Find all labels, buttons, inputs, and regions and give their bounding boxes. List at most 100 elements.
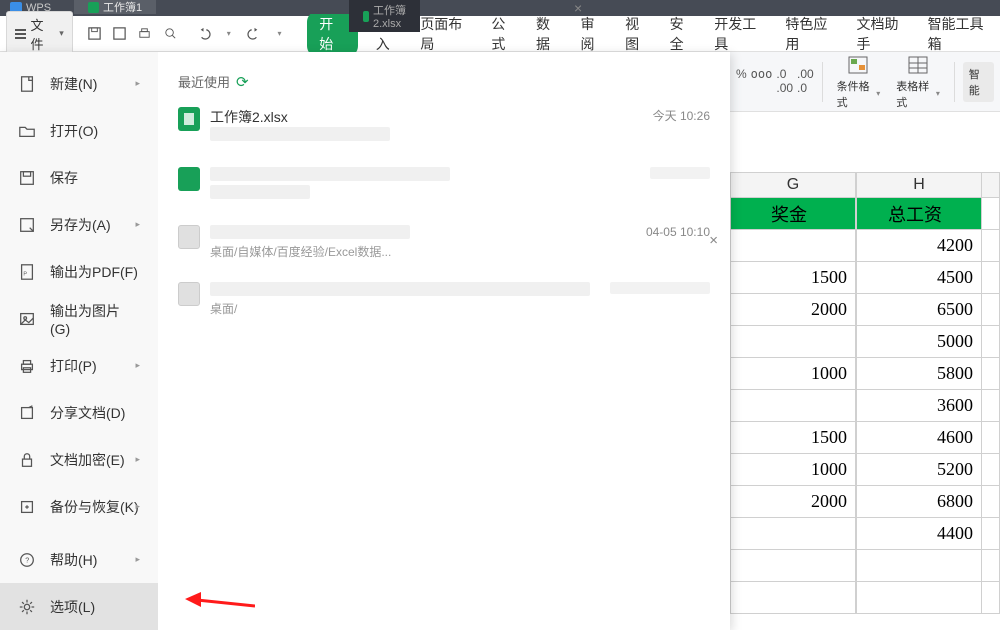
cell[interactable] [982,454,1000,486]
cell[interactable] [730,582,856,614]
cell[interactable] [856,550,982,582]
recent-item[interactable]: 桌面/自媒体/百度经验/Excel数据... 04-05 10:10 [178,225,710,260]
recent-item[interactable]: 工作簿2.xlsx 今天 10:26 [178,107,710,145]
table-row: 15004500 [730,262,1000,294]
cell[interactable]: 4500 [856,262,982,294]
tab-dochelper[interactable]: 文档助手 [856,14,909,54]
recent-files-pane: 最近使用 ⟳ 工作簿2.xlsx 今天 10:26 桌面/自媒体/百度经验/Ex [158,52,730,630]
cell[interactable]: 4200 [856,230,982,262]
document-tab-1[interactable]: 工作簿1 [74,0,156,14]
save-quick-icon[interactable] [86,25,103,43]
close-icon[interactable]: × [709,232,718,249]
menu-export-pdf[interactable]: P 输出为PDF(F) [0,248,158,295]
cell[interactable] [982,262,1000,294]
cell[interactable]: 1500 [730,262,856,294]
refresh-icon[interactable]: ⟳ [236,73,249,91]
percent-icon[interactable]: % [736,67,747,95]
cell[interactable]: 4400 [856,518,982,550]
cell[interactable] [982,518,1000,550]
tab-view[interactable]: 视图 [625,14,652,54]
cell[interactable] [982,422,1000,454]
col-header-g[interactable]: G [730,172,856,198]
tab-review[interactable]: 审阅 [581,14,608,54]
recent-item[interactable] [178,167,710,203]
menu-help[interactable]: ? 帮助(H)▸ [0,536,158,583]
tab-close-icon[interactable]: × [574,0,660,16]
menu-save-as[interactable]: 另存为(A)▸ [0,201,158,248]
file-side-menu: 新建(N)▸ 打开(O) 保存 另存为(A)▸ P 输出为PDF(F) 输出为图… [0,52,158,630]
cell[interactable] [730,230,856,262]
spreadsheet-grid[interactable]: G H 奖金 总工资 42001500450020006500500010005… [730,112,1000,614]
tab-special[interactable]: 特色应用 [785,14,838,54]
cell[interactable]: 4600 [856,422,982,454]
cell[interactable]: 6500 [856,294,982,326]
cell[interactable] [982,294,1000,326]
header-cell-total[interactable]: 总工资 [856,198,982,230]
menu-share[interactable]: 分享文档(D) [0,389,158,436]
cell[interactable]: 2000 [730,486,856,518]
cell[interactable]: 6800 [856,486,982,518]
comma-icon[interactable]: ooo [751,67,773,95]
file-icon [178,225,200,249]
tab-formula[interactable]: 公式 [491,14,518,54]
print-quick-icon[interactable] [136,25,153,43]
chevron-down-icon[interactable]: ▾ [220,25,237,43]
menu-backup[interactable]: 备份与恢复(K)▸ [0,483,158,530]
tab-safety[interactable]: 安全 [670,14,697,54]
svg-text:P: P [23,271,27,277]
header-cell-bonus[interactable]: 奖金 [730,198,856,230]
cell[interactable]: 5200 [856,454,982,486]
cell[interactable]: 1000 [730,454,856,486]
tab-devtools[interactable]: 开发工具 [714,14,767,54]
cell[interactable]: 5800 [856,358,982,390]
col-header-next[interactable] [982,172,1000,198]
chevron-down-icon[interactable]: ▾ [271,25,288,43]
cell[interactable] [730,518,856,550]
cell[interactable] [982,390,1000,422]
menu-export-image[interactable]: 输出为图片(G) [0,295,158,342]
document-tab-2[interactable]: 工作簿2.xlsx [349,0,420,32]
cell[interactable] [856,582,982,614]
menu-new[interactable]: 新建(N)▸ [0,60,158,107]
file-menu-button[interactable]: 文件 ▾ [6,11,73,57]
cell[interactable]: 5000 [856,326,982,358]
tab-smarttools[interactable]: 智能工具箱 [928,14,994,54]
preview-icon[interactable] [111,25,128,43]
cell[interactable] [730,390,856,422]
menu-options[interactable]: 选项(L) [0,583,158,630]
tab-data[interactable]: 数据 [536,14,563,54]
redo-icon[interactable] [245,25,262,43]
cell[interactable] [982,230,1000,262]
menu-save[interactable]: 保存 [0,154,158,201]
conditional-format-button[interactable]: 条件格式▾ [831,54,887,110]
annotation-arrow [185,592,255,617]
cell[interactable]: 2000 [730,294,856,326]
cell[interactable]: 1500 [730,422,856,454]
cell[interactable] [982,582,1000,614]
smart-button[interactable]: 智能 [963,62,994,102]
cell[interactable] [730,550,856,582]
cell[interactable]: 3600 [856,390,982,422]
tab-pagelayout[interactable]: 页面布局 [420,14,473,54]
table-style-button[interactable]: 表格样式▾ [890,54,946,110]
cell[interactable] [982,358,1000,390]
table-row [730,582,1000,614]
menu-encrypt[interactable]: 文档加密(E)▸ [0,436,158,483]
chevron-down-icon: ▾ [59,28,64,39]
cell[interactable] [982,486,1000,518]
col-header-h[interactable]: H [856,172,982,198]
cell[interactable] [730,326,856,358]
menu-print[interactable]: 打印(P)▸ [0,342,158,389]
dec-dec-icon[interactable]: .00.0 [797,67,814,95]
svg-text:?: ? [25,555,29,564]
cell[interactable] [982,326,1000,358]
cell[interactable]: 1000 [730,358,856,390]
spreadsheet-icon [363,11,369,22]
cell[interactable] [982,550,1000,582]
ribbon-partial: % ooo .0.00 .00.0 条件格式▾ 表格样式▾ 智能 [730,52,1000,112]
inc-dec-icon[interactable]: .0.00 [776,67,793,95]
undo-icon[interactable] [195,25,212,43]
print-preview-icon[interactable] [162,25,179,43]
recent-item[interactable]: 桌面/ [178,282,710,317]
menu-open[interactable]: 打开(O) [0,107,158,154]
